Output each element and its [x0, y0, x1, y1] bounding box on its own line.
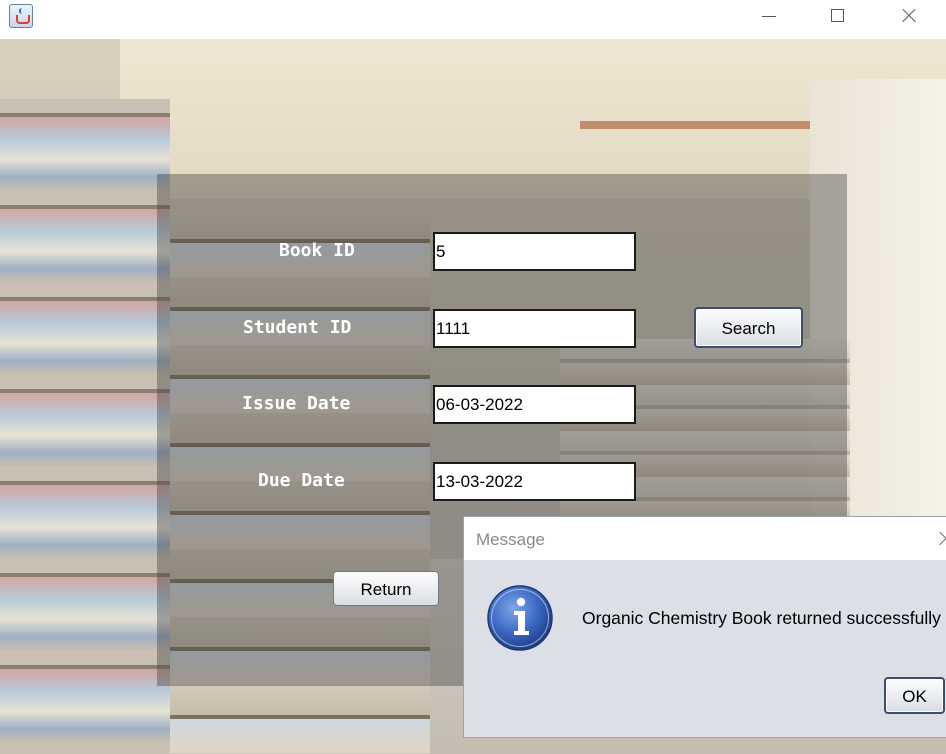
due-date-label: Due Date	[258, 470, 345, 491]
student-id-label: Student ID	[243, 317, 352, 338]
ok-button[interactable]: OK	[884, 677, 945, 714]
student-id-field[interactable]	[433, 309, 636, 348]
dialog-titlebar: Message	[464, 517, 946, 560]
book-id-field[interactable]	[433, 232, 636, 271]
book-id-label: Book ID	[279, 240, 355, 261]
window-titlebar	[0, 0, 946, 39]
dialog-close-icon[interactable]	[935, 529, 946, 547]
minimize-button[interactable]	[746, 0, 792, 32]
issue-date-label: Issue Date	[242, 393, 351, 414]
java-cup-icon[interactable]	[9, 4, 33, 28]
dialog-title: Message	[476, 530, 545, 549]
dialog-message: Organic Chemistry Book returned successf…	[582, 608, 941, 628]
search-button[interactable]: Search	[694, 307, 803, 348]
issue-date-field[interactable]	[433, 385, 636, 424]
message-dialog: Message Organic Chemistry Book returned …	[463, 516, 946, 738]
return-button[interactable]: Return	[333, 571, 439, 606]
close-button[interactable]	[885, 0, 931, 32]
info-icon	[487, 585, 553, 651]
maximize-button[interactable]	[815, 0, 861, 32]
due-date-field[interactable]	[433, 462, 636, 501]
